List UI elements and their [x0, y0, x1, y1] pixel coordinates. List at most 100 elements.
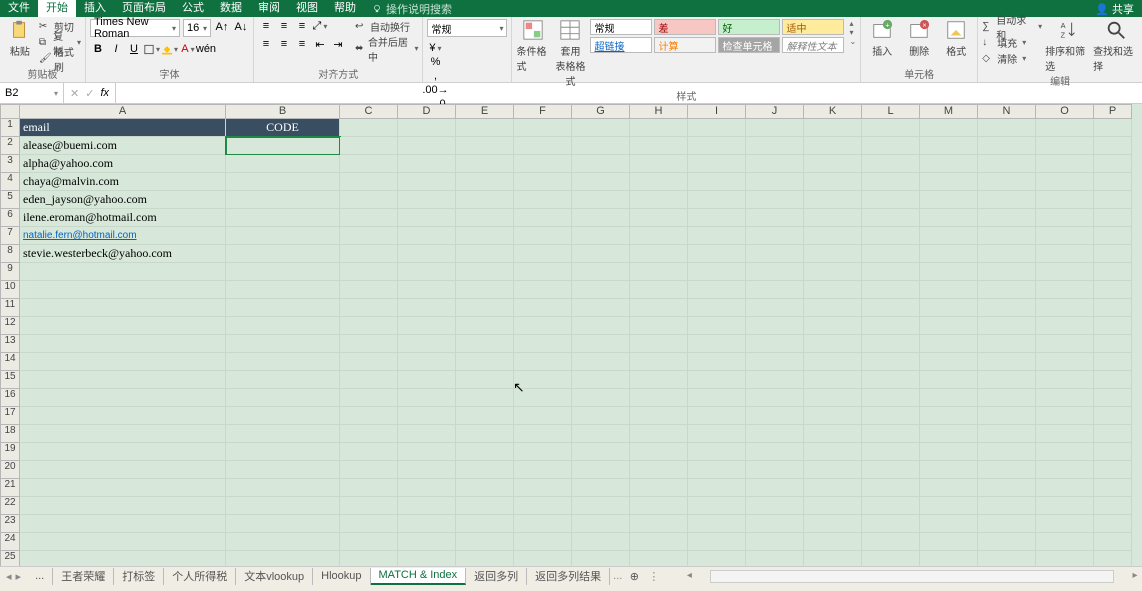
cell-K18[interactable]	[804, 425, 862, 443]
cell-O21[interactable]	[1036, 479, 1094, 497]
style-neutral[interactable]: 适中	[782, 19, 844, 35]
cell-H5[interactable]	[630, 191, 688, 209]
cell-C10[interactable]	[340, 281, 398, 299]
cell-I25[interactable]	[688, 551, 746, 566]
cell-K14[interactable]	[804, 353, 862, 371]
cell-J3[interactable]	[746, 155, 804, 173]
cell-K21[interactable]	[804, 479, 862, 497]
cell-M15[interactable]	[920, 371, 978, 389]
cell-C15[interactable]	[340, 371, 398, 389]
cell-L14[interactable]	[862, 353, 920, 371]
cell-H25[interactable]	[630, 551, 688, 566]
cell-E3[interactable]	[456, 155, 514, 173]
cell-K9[interactable]	[804, 263, 862, 281]
col-head-D[interactable]: D	[398, 104, 456, 119]
row-head-14[interactable]: 14	[0, 353, 20, 371]
cell-M23[interactable]	[920, 515, 978, 533]
cell-E9[interactable]	[456, 263, 514, 281]
cell-G20[interactable]	[572, 461, 630, 479]
cell-H23[interactable]	[630, 515, 688, 533]
cell-D8[interactable]	[398, 245, 456, 263]
cell-O24[interactable]	[1036, 533, 1094, 551]
cell-N20[interactable]	[978, 461, 1036, 479]
cell-H1[interactable]	[630, 119, 688, 137]
cell-D25[interactable]	[398, 551, 456, 566]
cell-J11[interactable]	[746, 299, 804, 317]
align-center-button[interactable]: ≡	[276, 37, 292, 51]
cell-B22[interactable]	[226, 497, 340, 515]
tab-formula[interactable]: 公式	[174, 0, 212, 17]
cell-J12[interactable]	[746, 317, 804, 335]
cell-P20[interactable]	[1094, 461, 1132, 479]
row-head-19[interactable]: 19	[0, 443, 20, 461]
cell-P11[interactable]	[1094, 299, 1132, 317]
cell-F16[interactable]	[514, 389, 572, 407]
cell-K13[interactable]	[804, 335, 862, 353]
cell-E25[interactable]	[456, 551, 514, 566]
cell-I20[interactable]	[688, 461, 746, 479]
cell-D12[interactable]	[398, 317, 456, 335]
format-painter-button[interactable]: 🖌格式刷	[39, 51, 81, 66]
cell-A9[interactable]	[20, 263, 226, 281]
row-head-6[interactable]: 6	[0, 209, 20, 227]
cell-J2[interactable]	[746, 137, 804, 155]
cell-L18[interactable]	[862, 425, 920, 443]
cell-N7[interactable]	[978, 227, 1036, 245]
cell-N13[interactable]	[978, 335, 1036, 353]
cell-O17[interactable]	[1036, 407, 1094, 425]
col-head-F[interactable]: F	[514, 104, 572, 119]
cell-B23[interactable]	[226, 515, 340, 533]
tab-prev-button[interactable]: ▸	[16, 570, 22, 583]
cell-B9[interactable]	[226, 263, 340, 281]
cell-L22[interactable]	[862, 497, 920, 515]
font-size-select[interactable]: 16▾	[183, 19, 211, 37]
cell-K8[interactable]	[804, 245, 862, 263]
cell-I18[interactable]	[688, 425, 746, 443]
cell-B18[interactable]	[226, 425, 340, 443]
cell-O13[interactable]	[1036, 335, 1094, 353]
cell-C2[interactable]	[340, 137, 398, 155]
cell-O7[interactable]	[1036, 227, 1094, 245]
cell-N24[interactable]	[978, 533, 1036, 551]
cell-G6[interactable]	[572, 209, 630, 227]
align-right-button[interactable]: ≡	[294, 37, 310, 51]
cell-N23[interactable]	[978, 515, 1036, 533]
cell-K3[interactable]	[804, 155, 862, 173]
cell-G21[interactable]	[572, 479, 630, 497]
cell-B5[interactable]	[226, 191, 340, 209]
cell-G22[interactable]	[572, 497, 630, 515]
cell-M17[interactable]	[920, 407, 978, 425]
cell-I6[interactable]	[688, 209, 746, 227]
cell-G23[interactable]	[572, 515, 630, 533]
cell-O25[interactable]	[1036, 551, 1094, 566]
cell-N11[interactable]	[978, 299, 1036, 317]
cell-K19[interactable]	[804, 443, 862, 461]
cell-G13[interactable]	[572, 335, 630, 353]
cell-K11[interactable]	[804, 299, 862, 317]
cell-K6[interactable]	[804, 209, 862, 227]
cell-G12[interactable]	[572, 317, 630, 335]
row-head-9[interactable]: 9	[0, 263, 20, 281]
cell-A23[interactable]	[20, 515, 226, 533]
cell-D5[interactable]	[398, 191, 456, 209]
orientation-button[interactable]: ⤢	[312, 19, 328, 33]
cell-J22[interactable]	[746, 497, 804, 515]
row-head-7[interactable]: 7	[0, 227, 20, 245]
decrease-font-button[interactable]: A↓	[233, 19, 249, 35]
format-cells-button[interactable]: 格式	[939, 19, 973, 58]
cell-J1[interactable]	[746, 119, 804, 137]
cell-B12[interactable]	[226, 317, 340, 335]
cell-F5[interactable]	[514, 191, 572, 209]
cell-F17[interactable]	[514, 407, 572, 425]
cell-B8[interactable]	[226, 245, 340, 263]
cell-J20[interactable]	[746, 461, 804, 479]
cell-B19[interactable]	[226, 443, 340, 461]
col-head-H[interactable]: H	[630, 104, 688, 119]
cell-J14[interactable]	[746, 353, 804, 371]
cell-P5[interactable]	[1094, 191, 1132, 209]
style-bad[interactable]: 差	[654, 19, 716, 35]
cell-B2[interactable]	[226, 137, 340, 155]
cell-G8[interactable]	[572, 245, 630, 263]
merge-center-button[interactable]: ⬌合并后居中	[355, 41, 419, 56]
cell-M6[interactable]	[920, 209, 978, 227]
